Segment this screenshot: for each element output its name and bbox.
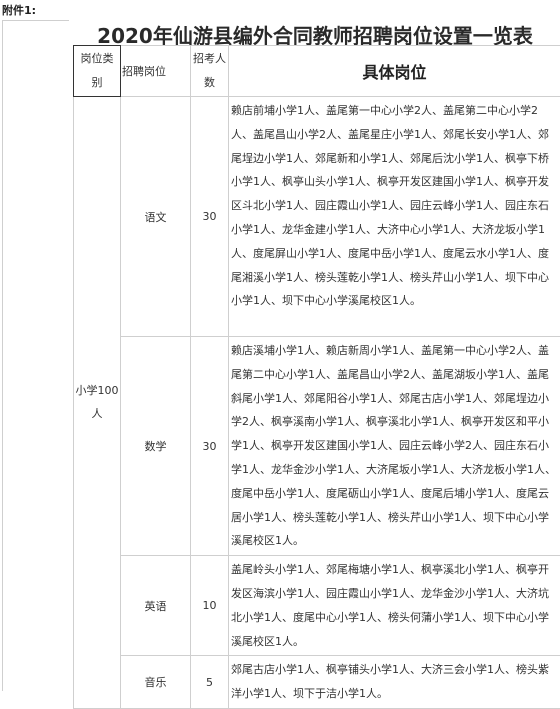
category-name: 小学100 [74,379,120,402]
header-count-line1: 招考人 [191,47,228,71]
detail-cell: 赖店溪埔小学1人、赖店新周小学1人、盖尾第一中心小学2人、盖尾第二中心小学1人、… [229,337,560,556]
count-cell: 30 [191,337,229,556]
detail-cell: 郊尾古店小学1人、枫亭铺头小学1人、大济三会小学1人、榜头紫洋小学1人、坝下于洁… [229,656,560,709]
positions-table: 岗位类 别 招聘岗位 招考人 数 具体岗位 小学100 人 语文 30 赖店前埔… [73,45,560,709]
header-category: 岗位类 别 [74,46,121,97]
count-cell: 30 [191,97,229,337]
header-count: 招考人 数 [191,46,229,97]
position-cell: 语文 [121,97,191,337]
table-row: 数学 30 赖店溪埔小学1人、赖店新周小学1人、盖尾第一中心小学2人、盖尾第二中… [74,337,560,556]
count-cell: 10 [191,556,229,656]
header-count-line2: 数 [191,71,228,95]
category-cell: 小学100 人 [74,97,121,709]
category-unit: 人 [74,402,120,425]
table-row: 小学100 人 语文 30 赖店前埔小学1人、盖尾第一中心小学2人、盖尾第二中心… [74,97,560,337]
header-category-line1: 岗位类 [74,47,120,71]
table-row: 音乐 5 郊尾古店小学1人、枫亭铺头小学1人、大济三会小学1人、榜头紫洋小学1人… [74,656,560,709]
header-row: 岗位类 别 招聘岗位 招考人 数 具体岗位 [74,46,560,97]
detail-cell: 盖尾岭头小学1人、郊尾梅塘小学1人、枫亭溪北小学1人、枫亭开发区海滨小学1人、园… [229,556,560,656]
attachment-label: 附件1: [2,2,36,18]
position-cell: 音乐 [121,656,191,709]
header-category-line2: 别 [74,71,120,95]
table-row: 英语 10 盖尾岭头小学1人、郊尾梅塘小学1人、枫亭溪北小学1人、枫亭开发区海滨… [74,556,560,656]
detail-cell: 赖店前埔小学1人、盖尾第一中心小学2人、盖尾第二中心小学2人、盖尾昌山小学2人、… [229,97,560,337]
header-position: 招聘岗位 [121,46,191,97]
count-cell: 5 [191,656,229,709]
left-margin-column [2,20,69,691]
header-detail: 具体岗位 [229,46,560,97]
position-cell: 数学 [121,337,191,556]
position-cell: 英语 [121,556,191,656]
